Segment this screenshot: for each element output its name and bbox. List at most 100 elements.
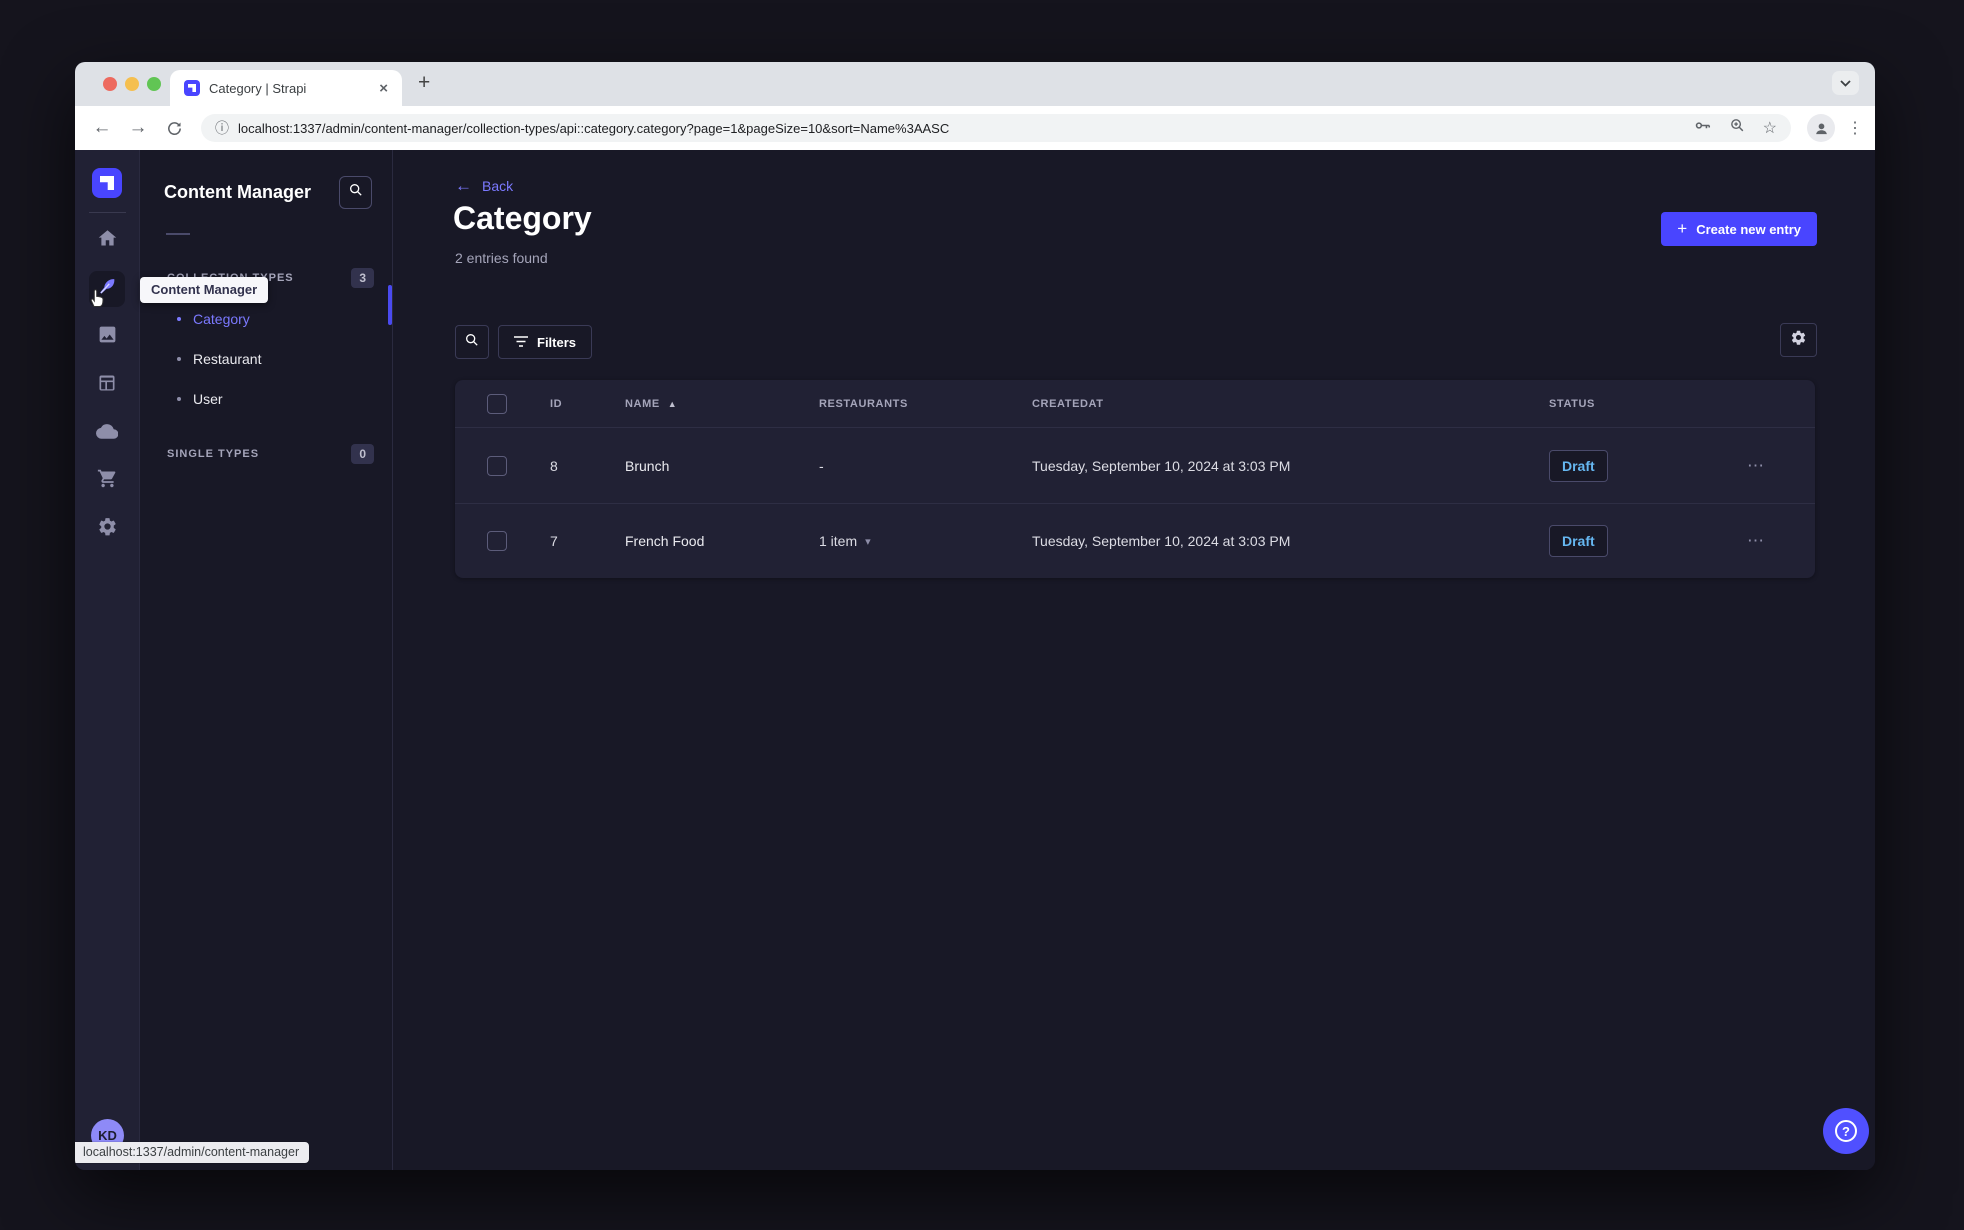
column-header-name-label: NAME — [625, 397, 660, 410]
tab-strip: Category | Strapi × + — [75, 62, 1875, 106]
cell-id: 7 — [550, 533, 558, 549]
filters-label: Filters — [537, 334, 577, 350]
status-badge: Draft — [1549, 525, 1608, 557]
content-type-builder-icon — [97, 373, 117, 398]
create-new-entry-label: Create new entry — [1696, 221, 1801, 237]
table-row[interactable]: 7 French Food 1 item ▾ Tuesday, Septembe… — [455, 503, 1815, 578]
subnav-search-button[interactable] — [339, 176, 372, 209]
row-checkbox[interactable] — [487, 531, 507, 551]
browser-window: Category | Strapi × + ← → ⓘ localhost:13… — [75, 62, 1875, 1170]
main-nav-rail: KD — [75, 150, 140, 1170]
subnav-item-label: User — [193, 391, 223, 407]
cart-icon — [97, 468, 118, 494]
sidebar-item-media-library[interactable] — [89, 319, 125, 355]
new-tab-button[interactable]: + — [418, 71, 430, 95]
sidebar-item-content-type-builder[interactable] — [89, 367, 125, 403]
help-button[interactable]: ? — [1823, 1108, 1869, 1154]
fullscreen-window-button[interactable] — [147, 77, 161, 91]
sidebar-item-marketplace[interactable] — [89, 463, 125, 499]
filter-icon — [514, 335, 528, 350]
minimize-window-button[interactable] — [125, 77, 139, 91]
cell-createdat: Tuesday, September 10, 2024 at 3:03 PM — [1032, 533, 1291, 549]
browser-back-icon[interactable]: ← — [87, 106, 117, 150]
back-link[interactable]: ← Back — [455, 176, 513, 196]
column-header-name[interactable]: NAME ▲ — [625, 398, 819, 410]
window-controls — [103, 77, 161, 91]
bookmark-star-icon[interactable]: ☆ — [1763, 118, 1777, 138]
tab-title: Category | Strapi — [209, 80, 307, 96]
sidebar-item-settings[interactable] — [89, 511, 125, 547]
link-preview-status-bar: localhost:1337/admin/content-manager — [75, 1142, 310, 1163]
select-all-checkbox[interactable] — [487, 393, 507, 414]
column-header-createdat[interactable]: CREATEDAT — [1032, 398, 1549, 410]
column-header-id[interactable]: ID — [550, 398, 625, 410]
cloud-icon — [96, 420, 119, 447]
browser-menu-icon[interactable]: ⋮ — [1847, 106, 1863, 150]
status-badge: Draft — [1549, 449, 1608, 482]
main-content: ← Back Category 2 entries found + Create… — [393, 150, 1875, 1170]
create-new-entry-button[interactable]: + Create new entry — [1661, 212, 1817, 246]
password-key-icon[interactable] — [1693, 116, 1712, 140]
collection-types-count-badge: 3 — [351, 268, 374, 288]
site-info-icon[interactable]: ⓘ — [215, 118, 229, 138]
search-icon — [348, 182, 364, 203]
strapi-favicon — [184, 80, 200, 96]
column-header-restaurants: RESTAURANTS — [819, 397, 908, 410]
cell-name: French Food — [625, 533, 705, 549]
subnav-item-category[interactable]: Category — [140, 299, 392, 339]
filters-button[interactable]: Filters — [498, 325, 593, 359]
table-header-row: ID NAME ▲ RESTAURANTS CREATEDAT STATUS — [455, 380, 1815, 428]
close-window-button[interactable] — [103, 77, 117, 91]
expand-relation-caret-icon[interactable]: ▾ — [865, 535, 871, 548]
home-icon — [97, 228, 118, 254]
subnav-item-user[interactable]: User — [140, 379, 392, 419]
browser-tab[interactable]: Category | Strapi × — [170, 70, 402, 106]
subnav-item-restaurant[interactable]: Restaurant — [140, 339, 392, 379]
table-search-button[interactable] — [455, 325, 489, 359]
back-label: Back — [482, 178, 514, 194]
url-text: localhost:1337/admin/content-manager/col… — [238, 120, 950, 136]
strapi-app: KD Content Manager COLLECTION TYPES 3 — [75, 150, 1875, 1170]
cell-restaurants: - — [819, 457, 824, 474]
mouse-cursor-hand — [88, 287, 107, 313]
content-manager-subnav: Content Manager COLLECTION TYPES 3 Categ… — [140, 150, 393, 1170]
plus-icon: + — [1677, 219, 1688, 238]
zoom-in-icon[interactable] — [1729, 117, 1746, 139]
row-checkbox[interactable] — [487, 455, 507, 476]
row-actions-icon[interactable]: ⋯ — [1747, 531, 1765, 551]
single-types-label: SINGLE TYPES — [167, 448, 260, 460]
content-manager-tooltip: Content Manager — [140, 277, 269, 303]
sidebar-item-home[interactable] — [89, 223, 125, 259]
row-actions-icon[interactable]: ⋯ — [1747, 456, 1765, 476]
browser-profile-icon[interactable] — [1807, 114, 1835, 142]
bullet-icon — [177, 357, 181, 361]
entries-count: 2 entries found — [455, 250, 548, 266]
question-mark-icon: ? — [1835, 1120, 1857, 1142]
browser-forward-icon[interactable]: → — [123, 106, 153, 150]
strapi-logo — [92, 168, 122, 198]
address-bar[interactable]: ⓘ localhost:1337/admin/content-manager/c… — [201, 114, 1791, 142]
cell-name: Brunch — [625, 457, 670, 474]
single-types-section: SINGLE TYPES 0 — [167, 444, 374, 464]
single-types-count-badge: 0 — [351, 444, 374, 464]
page-title: Category — [453, 200, 592, 236]
media-library-icon — [97, 324, 118, 350]
subnav-divider — [166, 233, 190, 235]
subnav-scrollbar-thumb[interactable] — [388, 285, 392, 325]
tab-close-icon[interactable]: × — [375, 80, 392, 97]
browser-reload-icon[interactable] — [159, 106, 189, 150]
bullet-icon — [177, 397, 181, 401]
subnav-item-label: Category — [193, 311, 250, 327]
cell-restaurants: 1 item — [819, 533, 858, 549]
cell-id: 8 — [550, 457, 558, 474]
sidebar-item-cloud[interactable] — [89, 415, 125, 451]
gear-icon — [97, 516, 118, 542]
tab-search-chevron-icon[interactable] — [1832, 71, 1859, 95]
sort-ascending-icon: ▲ — [667, 398, 678, 409]
cell-createdat: Tuesday, September 10, 2024 at 3:03 PM — [1032, 457, 1291, 474]
view-settings-button[interactable] — [1780, 323, 1817, 357]
search-icon — [464, 332, 480, 353]
rail-divider — [88, 212, 126, 213]
column-header-status: STATUS — [1549, 397, 1595, 410]
table-row[interactable]: 8 Brunch - Tuesday, September 10, 2024 a… — [455, 428, 1815, 503]
